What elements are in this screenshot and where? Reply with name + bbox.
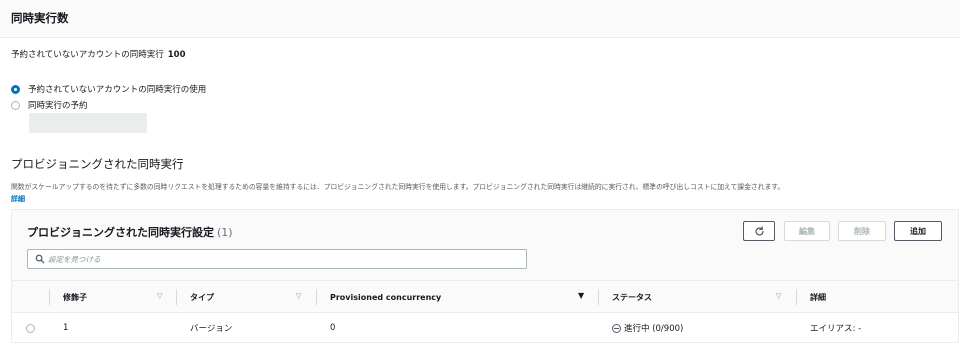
table-header: 修飾子 ▽ タイプ ▽ Provisioned concurrency ▼ ステ… [12, 281, 958, 313]
column-provisioned[interactable]: Provisioned concurrency [330, 281, 441, 313]
delete-button[interactable]: 削除 [838, 221, 886, 241]
panel-title: プロビジョニングされた同時実行設定 (1) [27, 224, 233, 240]
radio-unchecked-icon[interactable] [11, 100, 20, 110]
column-separator [598, 289, 599, 305]
panel-title-text: プロビジョニングされた同時実行設定 [27, 226, 214, 239]
column-status[interactable]: ステータス [612, 281, 652, 313]
column-qualifier[interactable]: 修飾子 [63, 281, 87, 313]
sort-icon[interactable]: ▽ [157, 292, 162, 300]
option-reserve-concurrency[interactable]: 同時実行の予約 [11, 99, 88, 111]
option-use-unreserved[interactable]: 予約されていないアカウントの同時実行の使用 [11, 83, 206, 95]
option-label: 同時実行の予約 [28, 101, 88, 111]
status-text: 進行中 (0/900) [624, 324, 684, 334]
in-progress-icon [612, 323, 621, 333]
refresh-icon [755, 225, 764, 236]
sort-icon[interactable]: ▽ [296, 292, 301, 300]
radio-unchecked-icon[interactable] [26, 323, 35, 333]
page-title: 同時実行数 [11, 11, 69, 25]
sort-icon[interactable]: ▽ [776, 292, 781, 300]
column-separator [49, 289, 50, 305]
add-button[interactable]: 追加 [894, 221, 942, 241]
column-separator [796, 289, 797, 305]
panel-count: (1) [217, 226, 233, 239]
table-row[interactable]: 1 バージョン 0 進行中 (0/900) エイリアス: - [12, 313, 958, 343]
unreserved-concurrency: 予約されていないアカウントの同時実行 100 [11, 48, 186, 60]
search-input[interactable] [48, 254, 508, 264]
unreserved-value: 100 [167, 50, 186, 60]
search-icon [35, 254, 45, 264]
unreserved-label: 予約されていないアカウントの同時実行 [11, 50, 164, 60]
cell-type: バージョン [190, 324, 233, 334]
section-description: 関数がスケールアップするのを待たずに多数の同時リクエストを処理するための容量を維… [11, 183, 785, 191]
header: 同時実行数 [0, 0, 960, 38]
detail-link[interactable]: 詳細 [11, 194, 25, 204]
panel-header: プロビジョニングされた同時実行設定 (1) 編集 削除 追加 [12, 210, 958, 281]
row-select[interactable] [26, 313, 35, 343]
reserved-concurrency-input [29, 113, 147, 133]
cell-provisioned: 0 [330, 323, 336, 333]
column-separator [176, 289, 177, 305]
refresh-button[interactable] [743, 221, 775, 241]
search-field[interactable] [27, 249, 527, 269]
sort-desc-icon[interactable]: ▼ [578, 291, 584, 300]
cell-status: 進行中 (0/900) [612, 313, 683, 343]
cell-detail: エイリアス: - [810, 324, 862, 334]
option-label: 予約されていないアカウントの同時実行の使用 [28, 85, 207, 95]
radio-checked-icon[interactable] [11, 84, 20, 94]
column-type[interactable]: タイプ [190, 281, 214, 313]
column-detail[interactable]: 詳細 [810, 281, 826, 313]
cell-qualifier: 1 [63, 323, 69, 333]
column-separator [316, 289, 317, 305]
edit-button[interactable]: 編集 [784, 221, 830, 241]
provisioned-config-panel: プロビジョニングされた同時実行設定(1) 編集 削除 追加 修飾子 ▽ タイプ … [11, 209, 959, 343]
section-title: プロビジョニングされた同時実行 [11, 157, 184, 171]
